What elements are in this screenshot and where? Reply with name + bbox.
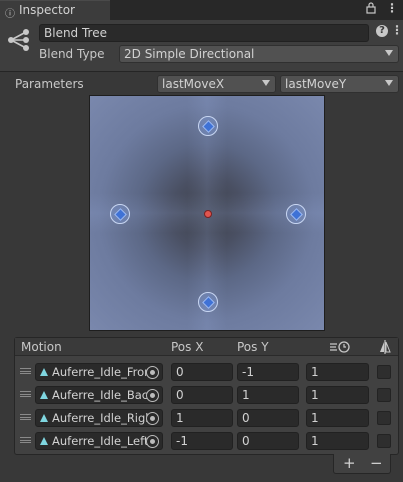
drag-handle-icon[interactable] bbox=[20, 414, 31, 420]
parameter-y-value: lastMoveY bbox=[285, 77, 347, 91]
info-icon: ⓘ bbox=[5, 9, 15, 20]
header-motion: Motion bbox=[21, 340, 62, 354]
mirror-checkbox[interactable] bbox=[377, 365, 391, 379]
blend-type-value: 2D Simple Directional bbox=[124, 47, 255, 61]
motion-clip-name: Auferre_Idle_Fron bbox=[52, 365, 152, 379]
table-row: Auferre_Idle_Fron 0 -1 1 bbox=[15, 362, 398, 382]
help-icon[interactable]: ? bbox=[376, 25, 388, 37]
drag-handle-icon[interactable] bbox=[20, 437, 31, 443]
blend-type-dropdown[interactable]: 2D Simple Directional bbox=[119, 45, 399, 63]
time-scale-field[interactable]: 1 bbox=[306, 363, 369, 381]
pos-y-field[interactable]: 1 bbox=[237, 386, 299, 404]
motion-clip-field[interactable]: Auferre_Idle_Fron bbox=[35, 363, 163, 381]
object-picker-icon[interactable] bbox=[146, 412, 159, 425]
motion-clip-name: Auferre_Idle_Left bbox=[52, 434, 149, 448]
remove-motion-button[interactable]: − bbox=[370, 454, 383, 472]
table-row: Auferre_Idle_Righ 1 0 1 bbox=[15, 408, 398, 428]
mirror-checkbox[interactable] bbox=[377, 434, 391, 448]
motion-list-footer: + − bbox=[333, 454, 391, 474]
kebab-menu-icon[interactable]: ⋮ bbox=[386, 1, 398, 15]
tab-inspector[interactable]: ⓘ Inspector bbox=[0, 0, 110, 20]
pos-y-field[interactable]: -1 bbox=[237, 363, 299, 381]
time-scale-field[interactable]: 1 bbox=[306, 386, 369, 404]
parameters-label: Parameters bbox=[15, 77, 84, 91]
blend-center-point[interactable] bbox=[204, 210, 212, 218]
lock-icon[interactable] bbox=[366, 2, 376, 17]
motion-clip-field[interactable]: Auferre_Idle_Left bbox=[35, 432, 163, 450]
time-scale-field[interactable]: 1 bbox=[306, 432, 369, 450]
motion-clip-field[interactable]: Auferre_Idle_Righ bbox=[35, 409, 163, 427]
drag-handle-icon[interactable] bbox=[20, 391, 31, 397]
parameter-x-dropdown[interactable]: lastMoveX bbox=[157, 75, 276, 93]
table-row: Auferre_Idle_Bac 0 1 1 bbox=[15, 385, 398, 405]
object-picker-icon[interactable] bbox=[146, 366, 159, 379]
pos-x-field[interactable]: 1 bbox=[171, 409, 233, 427]
mirror-icon bbox=[379, 340, 391, 357]
animation-clip-icon bbox=[40, 437, 48, 445]
header-pos-x: Pos X bbox=[171, 340, 204, 354]
blend-graph[interactable] bbox=[89, 95, 325, 331]
chevron-down-icon bbox=[385, 80, 393, 86]
pos-x-field[interactable]: 0 bbox=[171, 386, 233, 404]
blend-tree-name-field[interactable]: Blend Tree bbox=[39, 24, 369, 42]
motion-clip-name: Auferre_Idle_Bac bbox=[52, 388, 149, 402]
motion-clip-name: Auferre_Idle_Righ bbox=[52, 411, 153, 425]
add-motion-button[interactable]: + bbox=[343, 454, 356, 472]
chevron-down-icon bbox=[385, 50, 393, 56]
chevron-down-icon bbox=[262, 80, 270, 86]
parameter-x-value: lastMoveX bbox=[162, 77, 225, 91]
animation-clip-icon bbox=[40, 391, 48, 399]
header-pos-y: Pos Y bbox=[237, 340, 269, 354]
pos-y-field[interactable]: 0 bbox=[237, 409, 299, 427]
mirror-checkbox[interactable] bbox=[377, 388, 391, 402]
blend-point[interactable] bbox=[286, 204, 306, 224]
object-picker-icon[interactable] bbox=[146, 389, 159, 402]
animation-clip-icon bbox=[40, 368, 48, 376]
header-menu-icon[interactable]: ⋮ bbox=[391, 23, 403, 37]
blend-tree-icon bbox=[6, 27, 32, 53]
pos-x-field[interactable]: -1 bbox=[171, 432, 233, 450]
tab-inspector-label: Inspector bbox=[19, 3, 75, 17]
blend-point[interactable] bbox=[198, 116, 218, 136]
animation-clip-icon bbox=[40, 414, 48, 422]
drag-handle-icon[interactable] bbox=[20, 368, 31, 374]
pos-x-field[interactable]: 0 bbox=[171, 363, 233, 381]
mirror-checkbox[interactable] bbox=[377, 411, 391, 425]
time-scale-icon bbox=[329, 340, 351, 357]
time-scale-field[interactable]: 1 bbox=[306, 409, 369, 427]
blend-point[interactable] bbox=[110, 204, 130, 224]
table-row: Auferre_Idle_Left -1 0 1 bbox=[15, 431, 398, 451]
object-picker-icon[interactable] bbox=[146, 435, 159, 448]
blend-point[interactable] bbox=[198, 292, 218, 312]
parameter-y-dropdown[interactable]: lastMoveY bbox=[280, 75, 399, 93]
pos-y-field[interactable]: 0 bbox=[237, 432, 299, 450]
motion-clip-field[interactable]: Auferre_Idle_Bac bbox=[35, 386, 163, 404]
blend-type-label: Blend Type bbox=[39, 47, 105, 61]
motion-table: Motion Pos X Pos Y Auferre_Idle_Fron 0 -… bbox=[14, 337, 399, 455]
